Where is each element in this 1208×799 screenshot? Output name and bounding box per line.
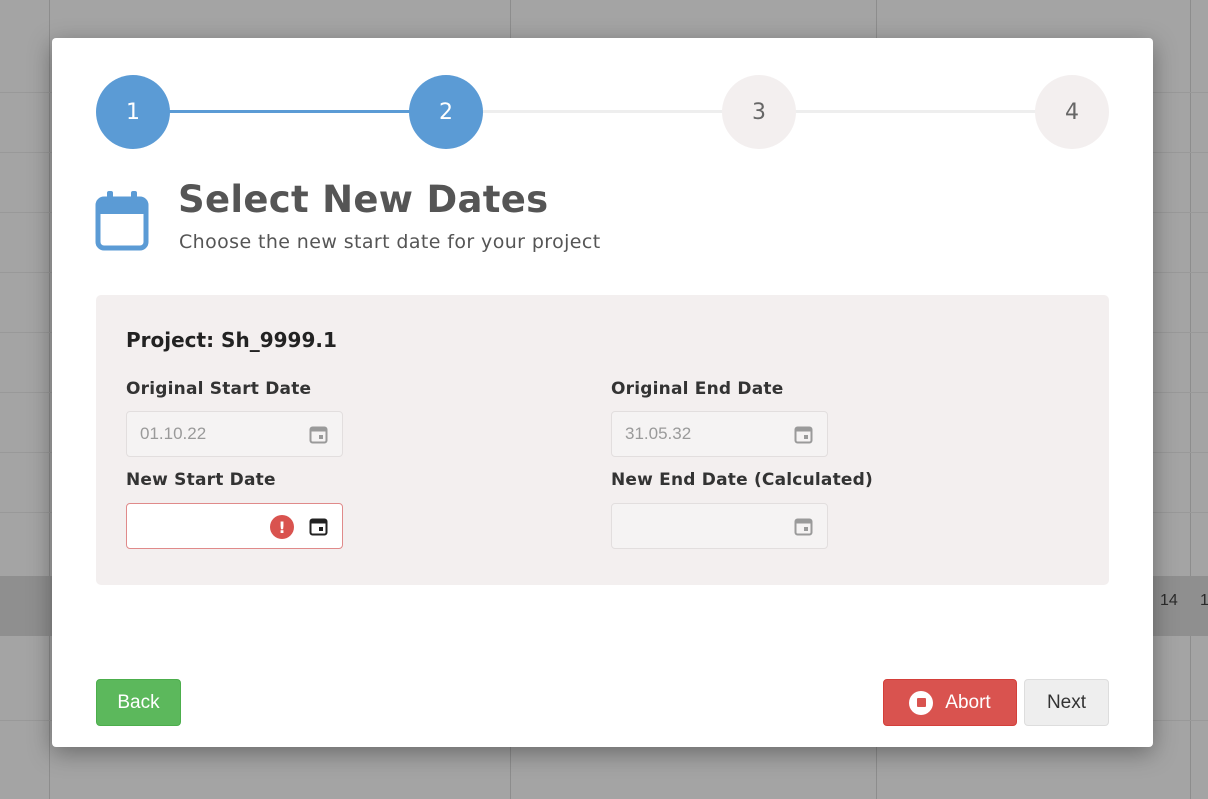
original-start-label: Original Start Date <box>126 379 312 399</box>
step-1[interactable]: 1 <box>96 75 170 149</box>
original-start-date-value: 01.10.22 <box>140 424 207 443</box>
background-cell-text: 14 <box>1160 592 1178 609</box>
calendar-icon <box>309 426 328 444</box>
original-end-label: Original End Date <box>611 379 784 399</box>
step-4[interactable]: 4 <box>1035 75 1109 149</box>
back-button-label: Back <box>117 691 160 713</box>
calendar-icon <box>794 518 813 536</box>
original-start-date-field: 01.10.22 <box>126 411 343 457</box>
stop-icon <box>909 690 934 715</box>
project-name: Project: Sh_9999.1 <box>126 328 337 352</box>
calendar-icon[interactable] <box>309 517 328 536</box>
reschedule-dialog: 1 2 3 4 Select New Dates Choose the new … <box>52 38 1153 747</box>
new-end-date-field <box>611 503 828 549</box>
step-3[interactable]: 3 <box>722 75 796 149</box>
abort-button[interactable]: Abort <box>883 679 1017 726</box>
wizard-stepper: 1 2 3 4 <box>96 75 1109 149</box>
project-dates-panel: Project: Sh_9999.1 Original Start Date 0… <box>96 295 1109 585</box>
next-button[interactable]: Next <box>1024 679 1109 726</box>
new-start-date-input[interactable]: ! <box>126 503 343 549</box>
next-button-label: Next <box>1046 691 1087 713</box>
new-start-label: New Start Date <box>126 470 276 490</box>
step-2[interactable]: 2 <box>409 75 483 149</box>
error-icon: ! <box>270 515 294 539</box>
page-subtitle: Choose the new start date for your proje… <box>179 231 601 253</box>
page-title: Select New Dates <box>178 178 549 221</box>
calendar-icon <box>794 426 813 444</box>
background-cell-text: 1 <box>1200 592 1208 609</box>
calendar-icon <box>95 191 149 251</box>
step-connector <box>133 110 446 113</box>
abort-button-label: Abort <box>945 691 991 713</box>
new-end-label: New End Date (Calculated) <box>611 470 873 490</box>
original-end-date-value: 31.05.32 <box>625 424 692 443</box>
original-end-date-field: 31.05.32 <box>611 411 828 457</box>
back-button[interactable]: Back <box>96 679 181 726</box>
